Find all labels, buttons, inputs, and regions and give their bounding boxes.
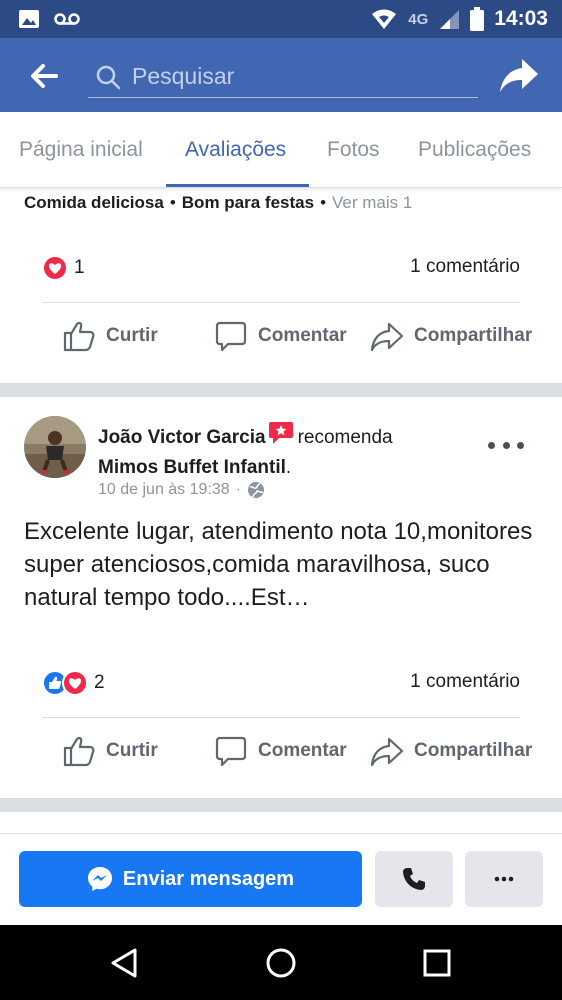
like-label: Curtir [106,740,158,761]
reaction-count[interactable]: 1 [74,257,85,279]
active-tab-indicator [166,184,309,187]
triangle-back-icon [111,948,137,978]
tab-reviews[interactable]: Avaliações [185,138,286,162]
globe-icon [248,482,264,498]
more-dots-icon [494,876,514,882]
wifi-icon [372,9,397,29]
reaction-icons[interactable] [42,670,88,696]
clock: 14:03 [494,7,548,30]
signal-icon [440,10,460,29]
search-bar[interactable] [88,56,478,98]
comment-label: Comentar [258,740,347,761]
like-label: Curtir [106,325,158,346]
page-name-link[interactable]: Mimos Buffet Infantil [98,457,286,478]
heart-reaction-icon [62,670,88,696]
search-icon [96,65,121,89]
comment-count[interactable]: 1 comentário [410,256,520,278]
comment-button[interactable]: Comentar [214,319,347,353]
post-options-button[interactable] [488,433,524,457]
post-meta: 10 de jun às 19:38 · [98,481,265,499]
tag-separator: • [320,193,327,212]
send-message-button[interactable]: Enviar mensagem [19,851,362,907]
more-dot [502,441,510,449]
page-action-bar: Enviar mensagem [0,833,562,925]
post-actions: Curtir Comentar Compartilhar [0,319,562,359]
sentence-period: . [285,457,292,478]
divider [42,717,520,718]
share-outline-icon [370,737,404,767]
more-dots-icon [488,441,495,449]
circle-home-icon [266,948,296,978]
tab-home[interactable]: Página inicial [19,138,143,162]
status-left [18,9,80,29]
post-actions: Curtir Comentar Compartilhar [0,734,562,774]
share-button[interactable]: Compartilhar [370,319,532,353]
comment-button[interactable]: Comentar [214,734,347,768]
system-nav-bar [0,925,562,1000]
tab-photos[interactable]: Fotos [327,138,380,162]
comment-label: Comentar [258,325,347,346]
reactions-row: 1 1 comentário [42,253,520,283]
square-recents-icon [423,949,451,977]
search-input[interactable] [132,63,478,90]
status-right: 4G 14:03 [370,7,548,31]
like-button[interactable]: Curtir [62,319,158,353]
thumbs-up-icon [63,736,95,767]
post-header: João Victor Garcia recomenda Mimos Buffet … [98,421,458,483]
avatar[interactable] [24,416,86,478]
nav-home-button[interactable] [261,943,301,983]
voicemail-icon [54,13,80,25]
more-options-button[interactable] [465,851,543,907]
tag-separator: • [169,193,176,212]
like-button[interactable]: Curtir [62,734,158,768]
author-name[interactable]: João Victor Garcia [98,427,266,448]
share-label: Compartilhar [414,740,533,761]
tab-posts[interactable]: Publicações [418,138,531,162]
messenger-icon [87,867,112,891]
share-button[interactable]: Compartilhar [370,734,532,768]
phone-icon [403,868,425,890]
arrow-left-icon [31,64,58,88]
share-page-button[interactable] [498,55,540,95]
call-button[interactable] [375,851,453,907]
thumbs-up-icon [63,321,95,352]
post-separator [0,798,562,812]
more-dot [517,441,524,449]
status-bar: 4G 14:03 [0,0,562,38]
share-outline-icon [370,322,404,352]
battery-icon [470,7,485,31]
share-label: Compartilhar [414,325,533,346]
reactions-row: 2 1 comentário [42,668,520,698]
send-message-label: Enviar mensagem [122,867,295,890]
speech-bubble-icon [215,321,247,352]
tag-delicious-food: Comida deliciosa [24,193,164,212]
recommend-badge-icon [268,422,293,444]
gallery-icon [19,10,39,28]
reaction-count[interactable]: 2 [94,672,105,694]
back-button[interactable] [26,58,62,94]
speech-bubble-icon [215,736,247,767]
review-tags: Comida deliciosa • Bom para festas • Ver mai… [24,193,412,213]
post-timestamp[interactable]: 10 de jun às 19:38 [98,481,230,499]
nav-back-button[interactable] [105,943,145,983]
post-separator [0,383,562,397]
tag-good-for-parties: Bom para festas [181,193,315,212]
network-type: 4G [408,10,429,28]
post-text[interactable]: Excelente lugar, atendimento nota 10,mon… [24,515,544,614]
comment-count[interactable]: 1 comentário [410,671,520,693]
share-arrow-icon [500,59,538,92]
see-more-link[interactable]: Ver mais 1 [332,193,412,212]
page-tabs: Página inicial Avaliações Fotos Publicaç… [0,112,562,188]
app-header [0,38,562,112]
recommend-verb: recomenda [297,427,393,448]
divider [42,302,520,303]
meta-separator: · [235,481,241,498]
heart-reaction-icon[interactable] [42,255,68,281]
nav-recents-button[interactable] [417,943,457,983]
